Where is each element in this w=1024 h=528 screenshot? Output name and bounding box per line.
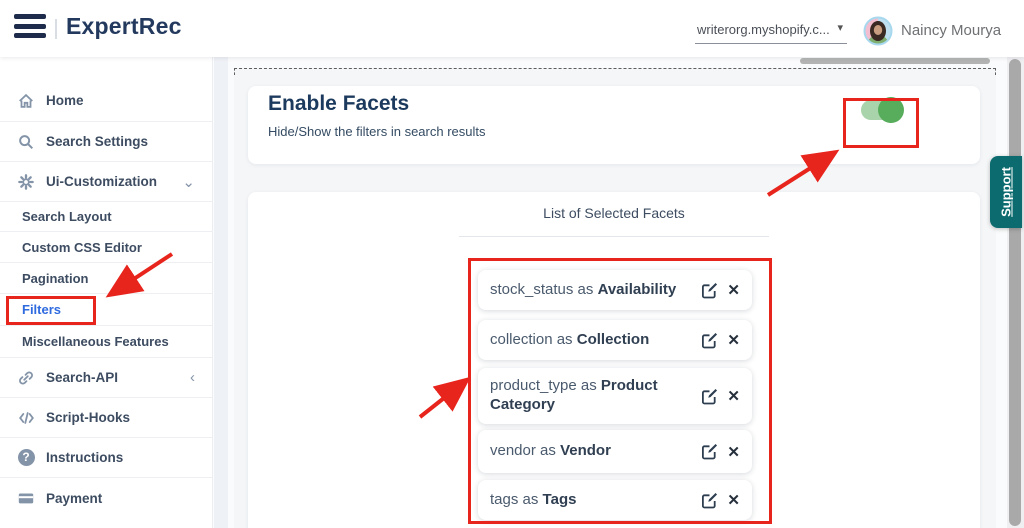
sidebar-item-label: Miscellaneous Features (22, 334, 169, 349)
sidebar-item-script-hooks[interactable]: Script-Hooks (0, 398, 213, 438)
vertical-scrollbar[interactable] (1009, 59, 1021, 526)
facets-title-divider (459, 236, 769, 237)
facet-label: product_type as Product Category (490, 377, 658, 413)
sidebar-nav: Home Search Settings Ui-Customization ⌄ … (0, 57, 213, 528)
brand-separator (55, 19, 57, 39)
sidebar-item-label: Search Settings (46, 134, 149, 149)
code-icon (16, 409, 36, 427)
facet-label: vendor as Vendor (490, 442, 611, 460)
enable-facets-card: Enable Facets Hide/Show the filters in s… (248, 86, 980, 164)
brand-logo: ExpertRec (66, 13, 182, 39)
top-header: ExpertRec writerorg.myshopify.c... ▾ Nai… (0, 0, 1024, 57)
enable-facets-title: Enable Facets (268, 92, 410, 115)
facet-row-product-type: product_type as Product Category ✕ (478, 368, 752, 424)
sidebar-item-label: Search Layout (22, 209, 112, 224)
sidebar-item-label: Script-Hooks (46, 410, 131, 425)
credit-card-icon (16, 489, 36, 507)
question-icon: ? (16, 449, 36, 466)
sidebar-item-label: Pagination (22, 270, 89, 286)
sidebar-item-label: Custom CSS Editor (22, 239, 142, 255)
facet-row-vendor: vendor as Vendor ✕ (478, 430, 752, 473)
edit-icon[interactable] (701, 282, 718, 299)
gear-icon (16, 173, 36, 191)
sidebar-item-ui-customization[interactable]: Ui-Customization ⌄ (0, 162, 213, 202)
enable-facets-subtitle: Hide/Show the filters in search results (268, 124, 486, 139)
content-left-strip (214, 57, 228, 528)
facets-list-card: List of Selected Facets stock_status as … (248, 192, 980, 528)
chevron-left-icon: ‹ (190, 369, 195, 386)
enable-facets-toggle[interactable] (861, 97, 904, 123)
remove-icon[interactable]: ✕ (727, 331, 740, 349)
caret-down-icon: ▾ (837, 22, 843, 34)
sidebar-item-search-settings[interactable]: Search Settings (0, 122, 213, 162)
sidebar-item-filters[interactable]: Filters (0, 294, 213, 326)
app-screen: ExpertRec writerorg.myshopify.c... ▾ Nai… (0, 0, 1024, 528)
store-select-dropdown[interactable]: writerorg.myshopify.c... ▾ (695, 18, 847, 44)
avatar[interactable] (863, 16, 893, 46)
frame-dashed-border (234, 68, 996, 75)
edit-icon[interactable] (701, 332, 718, 349)
support-tab[interactable]: Support (990, 156, 1022, 228)
remove-icon[interactable]: ✕ (727, 443, 740, 461)
sidebar-item-payment[interactable]: Payment (0, 478, 213, 518)
facet-row-collection: collection as Collection ✕ (478, 320, 752, 360)
facet-label: stock_status as Availability (490, 280, 677, 298)
sidebar-item-pagination[interactable]: Pagination (0, 263, 213, 294)
chevron-down-icon: ⌄ (182, 173, 195, 191)
facets-list-title: List of Selected Facets (543, 205, 685, 221)
sidebar-item-search-api[interactable]: Search-API ‹ (0, 358, 213, 398)
facet-row-stock-status: stock_status as Availability ✕ (478, 270, 752, 310)
home-icon (16, 92, 36, 110)
store-select-value: writerorg.myshopify.c... (697, 22, 830, 37)
sidebar-item-instructions[interactable]: ? Instructions (0, 438, 213, 478)
link-icon (16, 369, 36, 387)
horizontal-scrollbar[interactable] (800, 58, 990, 64)
edit-icon[interactable] (701, 443, 718, 460)
remove-icon[interactable]: ✕ (727, 387, 740, 405)
sidebar-item-custom-css-editor[interactable]: Custom CSS Editor (0, 232, 213, 263)
sidebar-item-search-layout[interactable]: Search Layout (0, 202, 213, 232)
sidebar-item-miscellaneous-features[interactable]: Miscellaneous Features (0, 326, 213, 358)
sidebar-item-label: Payment (46, 490, 103, 506)
sidebar-item-home[interactable]: Home (0, 80, 213, 122)
sidebar-item-label: Instructions (46, 450, 124, 465)
hamburger-menu-icon[interactable] (14, 14, 46, 42)
remove-icon[interactable]: ✕ (727, 281, 740, 299)
sidebar-item-label: Search-API (46, 370, 119, 385)
facet-row-tags: tags as Tags ✕ (478, 480, 752, 520)
facet-label: tags as Tags (490, 490, 577, 508)
toggle-knob (878, 97, 904, 123)
sidebar-item-label: Ui-Customization (46, 174, 157, 189)
edit-icon[interactable] (701, 388, 718, 405)
sidebar-item-label: Home (46, 93, 84, 108)
search-icon (16, 133, 36, 151)
support-tab-label: Support (998, 167, 1014, 217)
user-name: Naincy Mourya (901, 22, 1002, 39)
edit-icon[interactable] (701, 492, 718, 509)
facet-label: collection as Collection (490, 330, 650, 348)
remove-icon[interactable]: ✕ (727, 491, 740, 509)
sidebar-item-label: Filters (22, 302, 62, 317)
